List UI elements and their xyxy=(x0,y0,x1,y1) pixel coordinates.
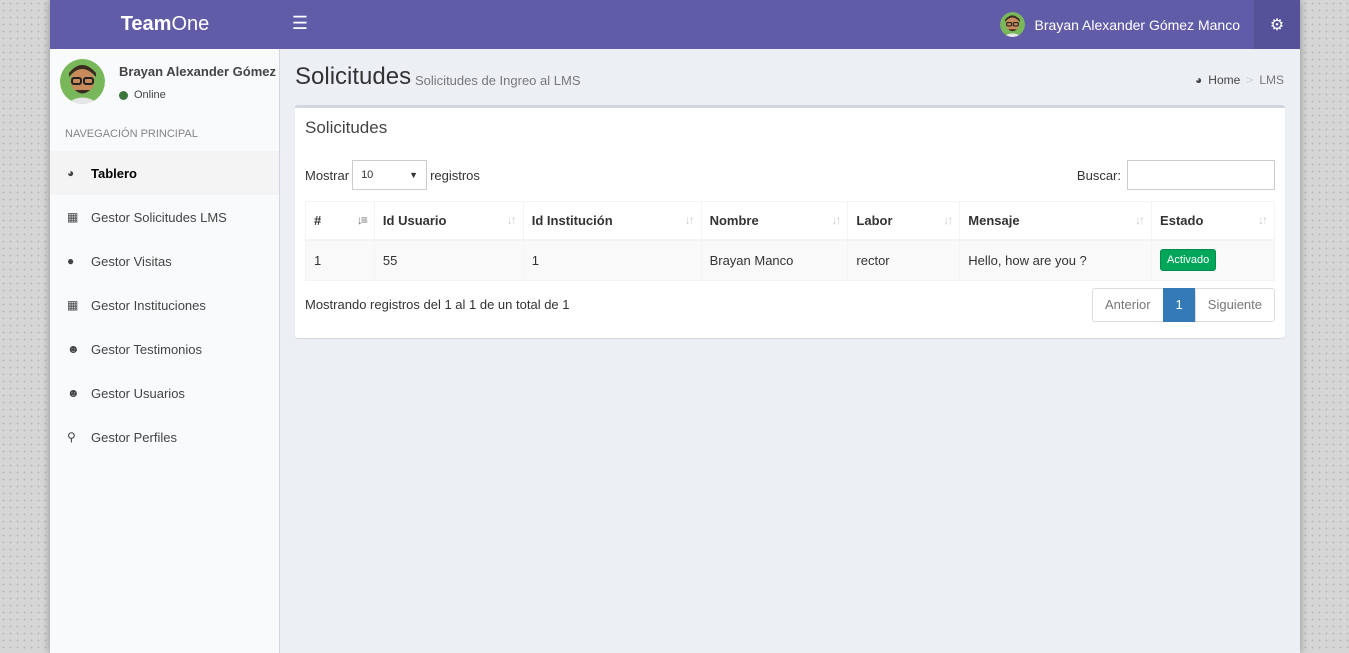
sidebar-item-gestor-perfiles[interactable]: ⚲ Gestor Perfiles xyxy=(50,415,279,459)
key-icon: ⚲ xyxy=(67,430,76,444)
breadcrumb-current: LMS xyxy=(1259,73,1284,87)
sort-icon: ↓↑ xyxy=(684,213,695,227)
content-header: Solicitudes Solicitudes de Ingreo al LMS… xyxy=(280,49,1300,105)
sidebar-item-gestor-solicitudes[interactable]: ▦ Gestor Solicitudes LMS xyxy=(50,195,279,239)
users-icon: ☻ xyxy=(67,386,80,400)
settings-gears-icon[interactable]: ⚙ xyxy=(1254,0,1300,49)
sidebar-item-label: Gestor Instituciones xyxy=(91,297,206,313)
sidebar-item-label: Gestor Solicitudes LMS xyxy=(91,209,227,225)
column-header-nombre[interactable]: Nombre ↓↑ xyxy=(700,201,849,241)
header-user-name: Brayan Alexander Gómez Manco xyxy=(1034,16,1240,33)
breadcrumb-home-link[interactable]: Home xyxy=(1208,73,1240,87)
column-header-label: Nombre xyxy=(709,212,759,228)
column-header-label: # xyxy=(314,212,322,228)
sidebar-item-label: Gestor Visitas xyxy=(91,253,172,269)
length-suffix: registros xyxy=(430,167,480,183)
column-header-id-usuario[interactable]: Id Usuario ↓↑ xyxy=(373,201,524,241)
breadcrumb: ◕ Home > LMS xyxy=(1195,73,1284,87)
avatar xyxy=(999,12,1025,37)
logo-light: One xyxy=(171,13,210,35)
column-header-num[interactable]: # ↓≡ xyxy=(305,201,375,241)
caret-down-icon: ▼ xyxy=(409,170,419,180)
user-menu[interactable]: Brayan Alexander Gómez Manco xyxy=(986,0,1254,49)
column-header-label: Estado xyxy=(1160,212,1204,228)
logo[interactable]: TeamOne xyxy=(50,0,280,49)
dashboard-icon: ◕ xyxy=(67,166,75,180)
column-header-label: Id Institución xyxy=(531,212,613,228)
length-select[interactable]: 10 ▼ xyxy=(352,160,428,190)
search-control: Buscar: xyxy=(1077,160,1275,190)
user-status: Online xyxy=(119,89,166,101)
table-icon: ▦ xyxy=(67,210,79,224)
page-subtitle: Solicitudes de Ingreo al LMS xyxy=(415,73,581,88)
sidebar-item-tablero[interactable]: ◕ Tablero xyxy=(50,151,279,195)
sidebar-item-label: Gestor Testimonios xyxy=(91,341,203,357)
table-row: 1 55 1 Brayan Manco rector Hello, how ar… xyxy=(305,239,1275,281)
sidebar-toggle-icon[interactable]: ☰ xyxy=(290,0,310,49)
table-icon: ▦ xyxy=(67,298,79,312)
status-text: Online xyxy=(134,89,166,101)
box-title: Solicitudes xyxy=(305,118,388,137)
column-header-estado[interactable]: Estado ↓↑ xyxy=(1151,201,1275,241)
sort-icon: ↓↑ xyxy=(831,213,841,227)
sidebar-item-gestor-usuarios[interactable]: ☻ Gestor Usuarios xyxy=(50,371,279,415)
map-marker-icon: ● xyxy=(67,254,75,268)
status-dot-icon xyxy=(119,90,128,100)
main-content: Solicitudes Solicitudes de Ingreo al LMS… xyxy=(280,49,1300,653)
pagination-prev-button[interactable]: Anterior xyxy=(1092,288,1164,322)
cell-estado: Activado xyxy=(1151,239,1275,281)
sort-icon: ↓↑ xyxy=(943,213,953,227)
requests-table: # ↓≡ Id Usuario ↓↑ Id Institución ↓↑ Nombre… xyxy=(305,201,1275,281)
sidebar-item-label: Gestor Usuarios xyxy=(91,385,185,401)
sidebar-item-gestor-instituciones[interactable]: ▦ Gestor Instituciones xyxy=(50,283,279,327)
cell-id-usuario: 55 xyxy=(373,239,524,281)
sidebar-user-name: Brayan Alexander Gómez Manco xyxy=(119,64,279,79)
table-header-row: # ↓≡ Id Usuario ↓↑ Id Institución ↓↑ Nombre… xyxy=(305,201,1275,241)
cell-mensaje: Hello, how are you ? xyxy=(959,239,1153,281)
sidebar-item-label: Tablero xyxy=(91,165,137,181)
cell-nombre: Brayan Manco xyxy=(700,239,849,281)
status-badge[interactable]: Activado xyxy=(1160,249,1217,272)
sidebar-item-gestor-visitas[interactable]: ● Gestor Visitas xyxy=(50,239,279,283)
sidebar-item-label: Gestor Perfiles xyxy=(91,429,177,445)
length-prefix: Mostrar xyxy=(305,167,350,183)
app-wrapper: TeamOne ☰ Brayan Alexander Gómez Manco ⚙… xyxy=(50,0,1300,653)
pagination-next-button[interactable]: Siguiente xyxy=(1194,288,1275,322)
column-header-id-institucion[interactable]: Id Institución ↓↑ xyxy=(522,201,702,241)
length-control: Mostrar 10 ▼ registros xyxy=(305,160,480,190)
dashboard-icon: ◕ xyxy=(1195,73,1203,87)
user-panel: Brayan Alexander Gómez Manco Online xyxy=(50,49,279,117)
pagination-page-1[interactable]: 1 xyxy=(1162,288,1196,322)
cell-id-institucion: 1 xyxy=(522,239,702,281)
nav-header: NAVEGACIÓN PRINCIPAL xyxy=(65,128,198,140)
sort-icon: ↓↑ xyxy=(506,213,517,227)
sidebar-item-gestor-testimonios[interactable]: ☻ Gestor Testimonios xyxy=(50,327,279,371)
cell-num: 1 xyxy=(305,239,375,281)
breadcrumb-separator: > xyxy=(1246,73,1254,87)
sort-icon: ↓↑ xyxy=(1135,213,1145,227)
column-header-label: Id Usuario xyxy=(382,212,447,228)
pagination: Anterior 1 Siguiente xyxy=(1092,288,1275,322)
top-header: TeamOne ☰ Brayan Alexander Gómez Manco ⚙ xyxy=(50,0,1300,49)
sort-asc-icon: ↓≡ xyxy=(356,213,368,227)
avatar xyxy=(60,59,105,104)
sidebar: Brayan Alexander Gómez Manco Online NAVE… xyxy=(50,49,280,653)
column-header-label: Mensaje xyxy=(968,212,1020,228)
column-header-mensaje[interactable]: Mensaje ↓↑ xyxy=(959,201,1153,241)
table-info: Mostrando registros del 1 al 1 de un tot… xyxy=(305,297,570,312)
column-header-label: Labor xyxy=(856,212,893,228)
length-value: 10 xyxy=(361,169,374,181)
page-title: Solicitudes xyxy=(295,63,412,90)
cell-labor: rector xyxy=(847,239,961,281)
sort-icon: ↓↑ xyxy=(1258,213,1268,227)
column-header-labor[interactable]: Labor ↓↑ xyxy=(847,201,961,241)
requests-box: Solicitudes Mostrar 10 ▼ registros Buscar… xyxy=(295,105,1285,338)
search-label: Buscar: xyxy=(1076,167,1121,183)
logo-bold: Team xyxy=(120,13,172,35)
search-input[interactable] xyxy=(1127,160,1275,190)
users-icon: ☻ xyxy=(67,342,80,356)
